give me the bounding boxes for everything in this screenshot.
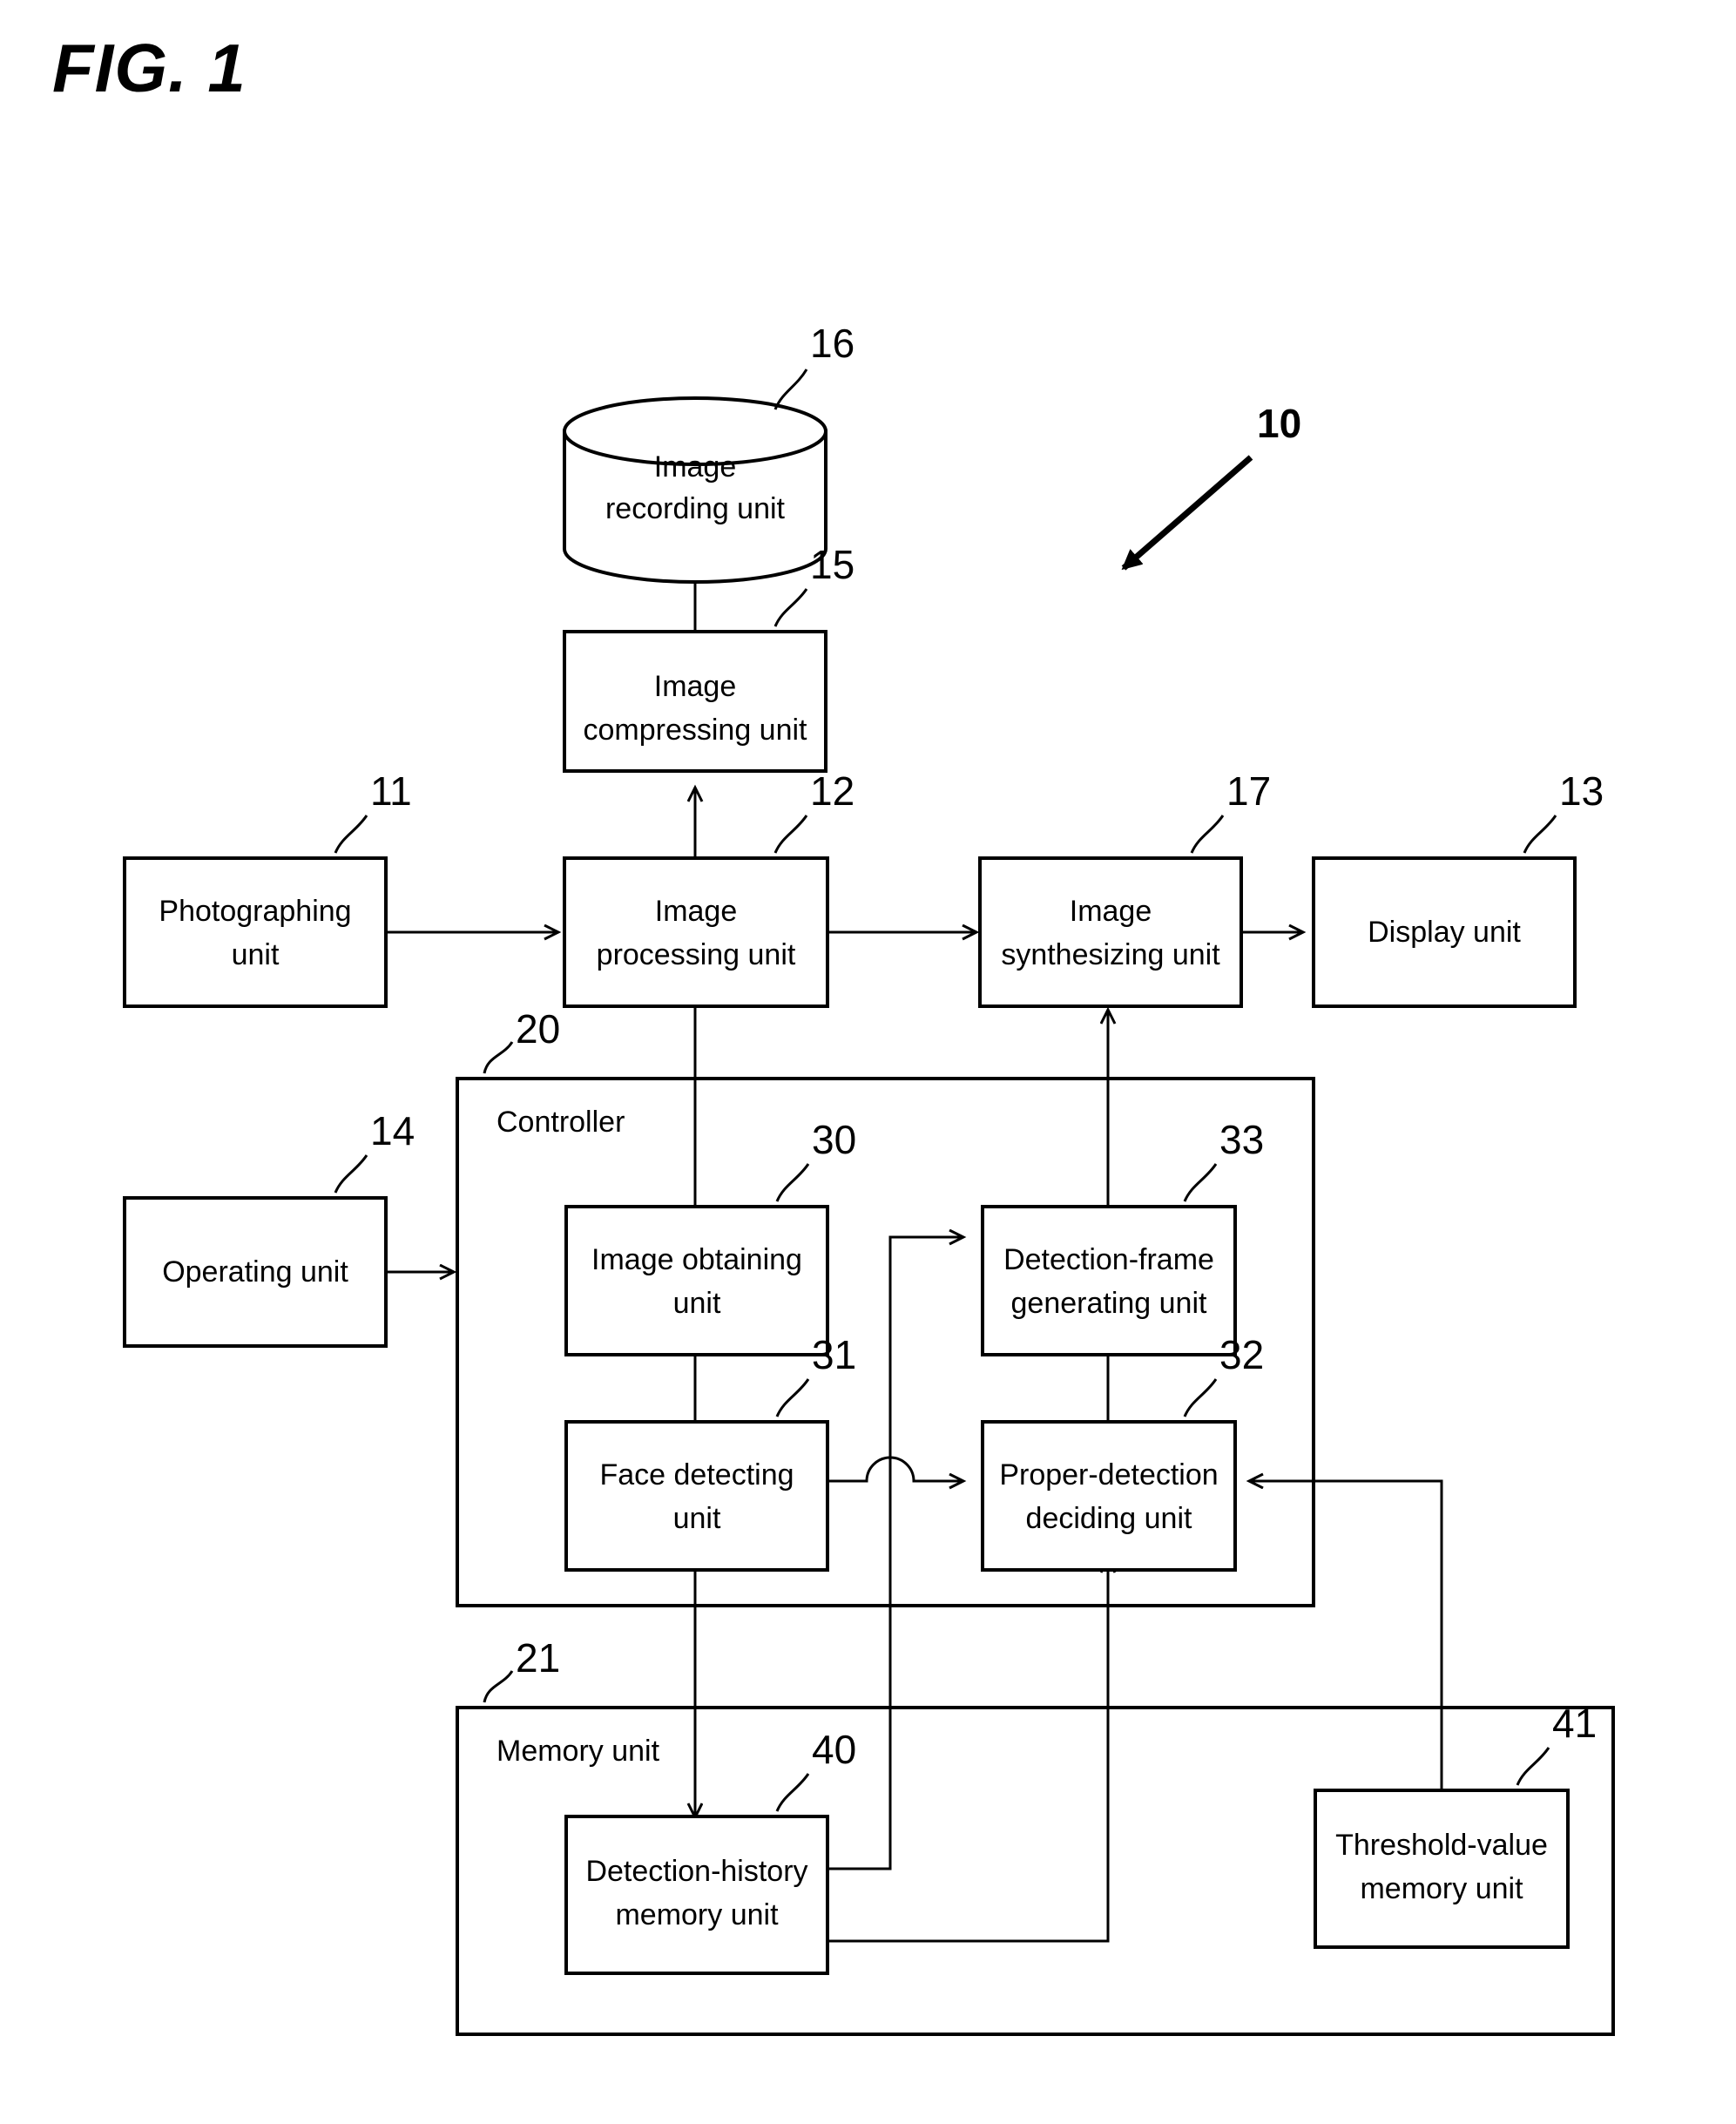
leader-line-32 [1183,1378,1218,1417]
proper-detection-label-line2: deciding unit [1026,1502,1192,1535]
block-photographing-unit[interactable]: Photographing unit [123,856,388,1008]
page-title: FIG. 1 [52,30,247,106]
block-threshold-value-memory-unit[interactable]: Threshold-value memory unit [1314,1789,1570,1949]
detection-frame-label-line1: Detection-frame [1003,1243,1214,1276]
leader-line-16 [773,369,808,410]
ref-label-10: 10 [1257,401,1301,446]
leader-line-31 [775,1378,810,1417]
ref-label-31: 31 [812,1332,856,1377]
image-recording-label-line1: Image [654,450,737,484]
block-image-compressing-unit[interactable]: Image compressing unit [563,630,827,773]
ref-label-20: 20 [516,1006,560,1052]
leader-line-14 [334,1154,368,1194]
ref-label-14: 14 [370,1108,415,1153]
leader-line-17 [1190,815,1225,854]
block-proper-detection-deciding-unit[interactable]: Proper-detection deciding unit [981,1420,1237,1572]
image-recording-label-line2: recording unit [605,492,786,525]
block-image-processing-unit[interactable]: Image processing unit [563,856,829,1008]
memory-unit-group-label: Memory unit [496,1735,660,1768]
detection-history-box [564,1815,829,1975]
block-face-detecting-unit[interactable]: Face detecting unit [564,1420,829,1572]
block-image-recording-unit[interactable]: Image recording unit [563,396,827,584]
proper-detection-box [981,1420,1237,1572]
ref-label-17: 17 [1226,768,1271,814]
block-diagram: FIG. 1 10 20 Controller 21 Memory unit I… [52,30,1615,2036]
threshold-value-label-line2: memory unit [1360,1872,1523,1905]
image-synthesizing-box [978,856,1243,1008]
operating-label-line1: Operating unit [162,1255,348,1289]
leader-line-21 [483,1670,514,1703]
image-synthesizing-label-line2: synthesizing unit [1001,938,1220,971]
controller-group-label: Controller [496,1106,625,1139]
ref-label-15: 15 [810,542,854,587]
ref-label-21: 21 [516,1635,560,1681]
image-obtaining-box [564,1205,829,1356]
detection-frame-box [981,1205,1237,1356]
conn-face-detecting-to-proper-detection [827,1456,963,1481]
block-operating-unit[interactable]: Operating unit [123,1196,388,1348]
image-processing-box [563,856,829,1008]
image-compressing-label-line2: compressing unit [583,714,807,747]
image-obtaining-label-line1: Image obtaining [591,1243,802,1276]
leader-line-41 [1516,1747,1550,1786]
leader-line-40 [775,1773,810,1812]
image-processing-label-line1: Image [655,895,738,928]
ref-label-32: 32 [1219,1332,1264,1377]
leader-line-20 [483,1041,514,1074]
ref-label-12: 12 [810,768,854,814]
block-image-obtaining-unit[interactable]: Image obtaining unit [564,1205,829,1356]
proper-detection-label-line1: Proper-detection [999,1458,1218,1492]
ref-label-41: 41 [1552,1701,1597,1746]
face-detecting-label-line1: Face detecting [599,1458,794,1492]
leader-line-15 [773,588,808,627]
ref-label-40: 40 [812,1727,856,1772]
block-display-unit[interactable]: Display unit [1312,856,1577,1008]
ref-label-16: 16 [810,321,854,366]
image-processing-label-line2: processing unit [597,938,796,971]
patent-figure-page: FIG. 1 10 20 Controller 21 Memory unit I… [0,0,1736,2124]
ref-label-13: 13 [1559,768,1604,814]
ref-label-30: 30 [812,1117,856,1162]
image-synthesizing-label-line1: Image [1070,895,1152,928]
detection-frame-label-line2: generating unit [1011,1287,1208,1320]
conn-history-memory-to-proper-detection [827,1559,1108,1943]
face-detecting-box [564,1420,829,1572]
image-compressing-label-line1: Image [654,670,737,703]
image-obtaining-label-line2: unit [673,1287,721,1320]
face-detecting-label-line2: unit [673,1502,721,1535]
ref-label-11: 11 [370,768,412,814]
detection-history-label-line1: Detection-history [585,1855,807,1888]
photographing-label-line1: Photographing [159,895,351,928]
conn-threshold-memory-to-proper-detection [1250,1481,1443,1790]
leader-line-33 [1183,1163,1218,1202]
leader-line-12 [773,815,808,854]
detection-history-label-line2: memory unit [615,1898,779,1931]
block-image-synthesizing-unit[interactable]: Image synthesizing unit [978,856,1243,1008]
leader-line-13 [1523,815,1557,854]
block-detection-history-memory-unit[interactable]: Detection-history memory unit [564,1815,829,1975]
display-label-line1: Display unit [1368,916,1521,949]
threshold-value-label-line1: Threshold-value [1335,1829,1548,1862]
photographing-box [123,856,388,1008]
block-detection-frame-generating-unit[interactable]: Detection-frame generating unit [981,1205,1237,1356]
leader-line-11 [334,815,368,854]
threshold-value-box [1314,1789,1570,1949]
ref-label-33: 33 [1219,1117,1264,1162]
leader-line-30 [775,1163,810,1202]
photographing-label-line2: unit [232,938,280,971]
system-pointer-arrow [1124,455,1253,571]
